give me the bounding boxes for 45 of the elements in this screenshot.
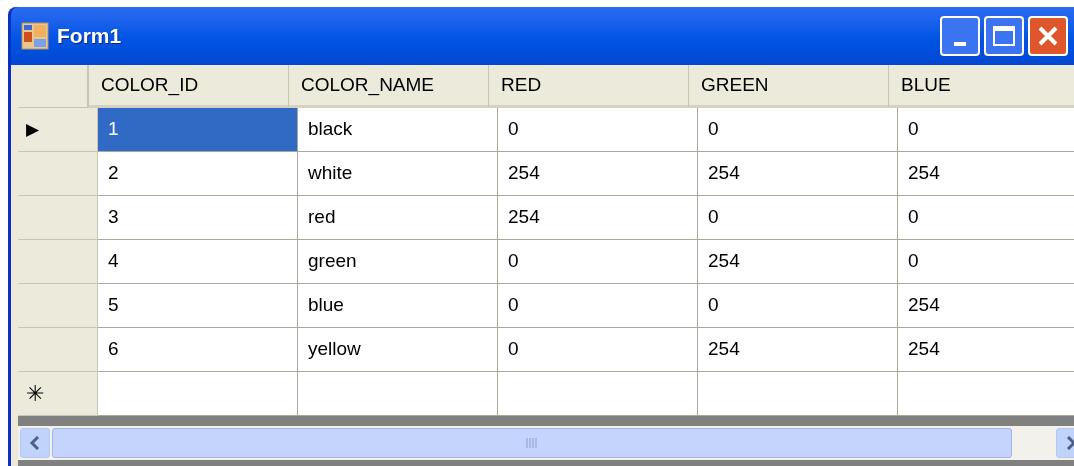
row-header[interactable]: ✳ <box>18 372 98 416</box>
form-icon <box>21 22 49 50</box>
table-cell[interactable]: 0 <box>498 284 698 328</box>
window-title: Form1 <box>57 23 122 50</box>
close-button[interactable] <box>1028 16 1068 56</box>
table-cell[interactable]: yellow <box>298 328 498 372</box>
table-cell[interactable]: 254 <box>698 152 898 196</box>
row-header[interactable] <box>18 196 98 240</box>
table-cell[interactable]: 254 <box>698 240 898 284</box>
table-cell[interactable] <box>498 372 698 416</box>
row-header[interactable]: ▶ <box>18 108 98 152</box>
table-cell[interactable]: 3 <box>98 196 298 240</box>
table-cell[interactable]: 0 <box>698 284 898 328</box>
table-cell[interactable] <box>298 372 498 416</box>
table-cell[interactable]: green <box>298 240 498 284</box>
table-cell[interactable] <box>698 372 898 416</box>
table-cell[interactable]: 254 <box>498 152 698 196</box>
row-header[interactable] <box>18 328 98 372</box>
table-cell[interactable]: black <box>298 108 498 152</box>
scroll-left-button[interactable] <box>20 428 50 458</box>
table-cell[interactable]: 2 <box>98 152 298 196</box>
row-header[interactable] <box>18 284 98 328</box>
row-header[interactable] <box>18 240 98 284</box>
table-cell[interactable]: 1 <box>98 108 298 152</box>
table-cell[interactable]: 254 <box>698 328 898 372</box>
table-cell[interactable]: 0 <box>498 240 698 284</box>
grip-icon <box>526 438 539 448</box>
table-cell[interactable]: 4 <box>98 240 298 284</box>
table-cell[interactable]: white <box>298 152 498 196</box>
minimize-button[interactable] <box>940 16 980 56</box>
table-cell[interactable]: 6 <box>98 328 298 372</box>
close-icon <box>1037 25 1059 47</box>
table-cell[interactable] <box>98 372 298 416</box>
table-cell[interactable]: 5 <box>98 284 298 328</box>
table-cell[interactable]: red <box>298 196 498 240</box>
table-cell[interactable]: blue <box>298 284 498 328</box>
table-cell[interactable]: 0 <box>498 108 698 152</box>
row-header[interactable] <box>18 152 98 196</box>
horizontal-scrollbar[interactable] <box>18 426 1074 460</box>
table-cell[interactable]: 254 <box>498 196 698 240</box>
table-cell[interactable]: 0 <box>498 328 698 372</box>
table-cell[interactable]: 0 <box>698 196 898 240</box>
scroll-thumb[interactable] <box>51 428 1013 458</box>
table-cell[interactable]: 0 <box>698 108 898 152</box>
maximize-button[interactable] <box>984 16 1024 56</box>
